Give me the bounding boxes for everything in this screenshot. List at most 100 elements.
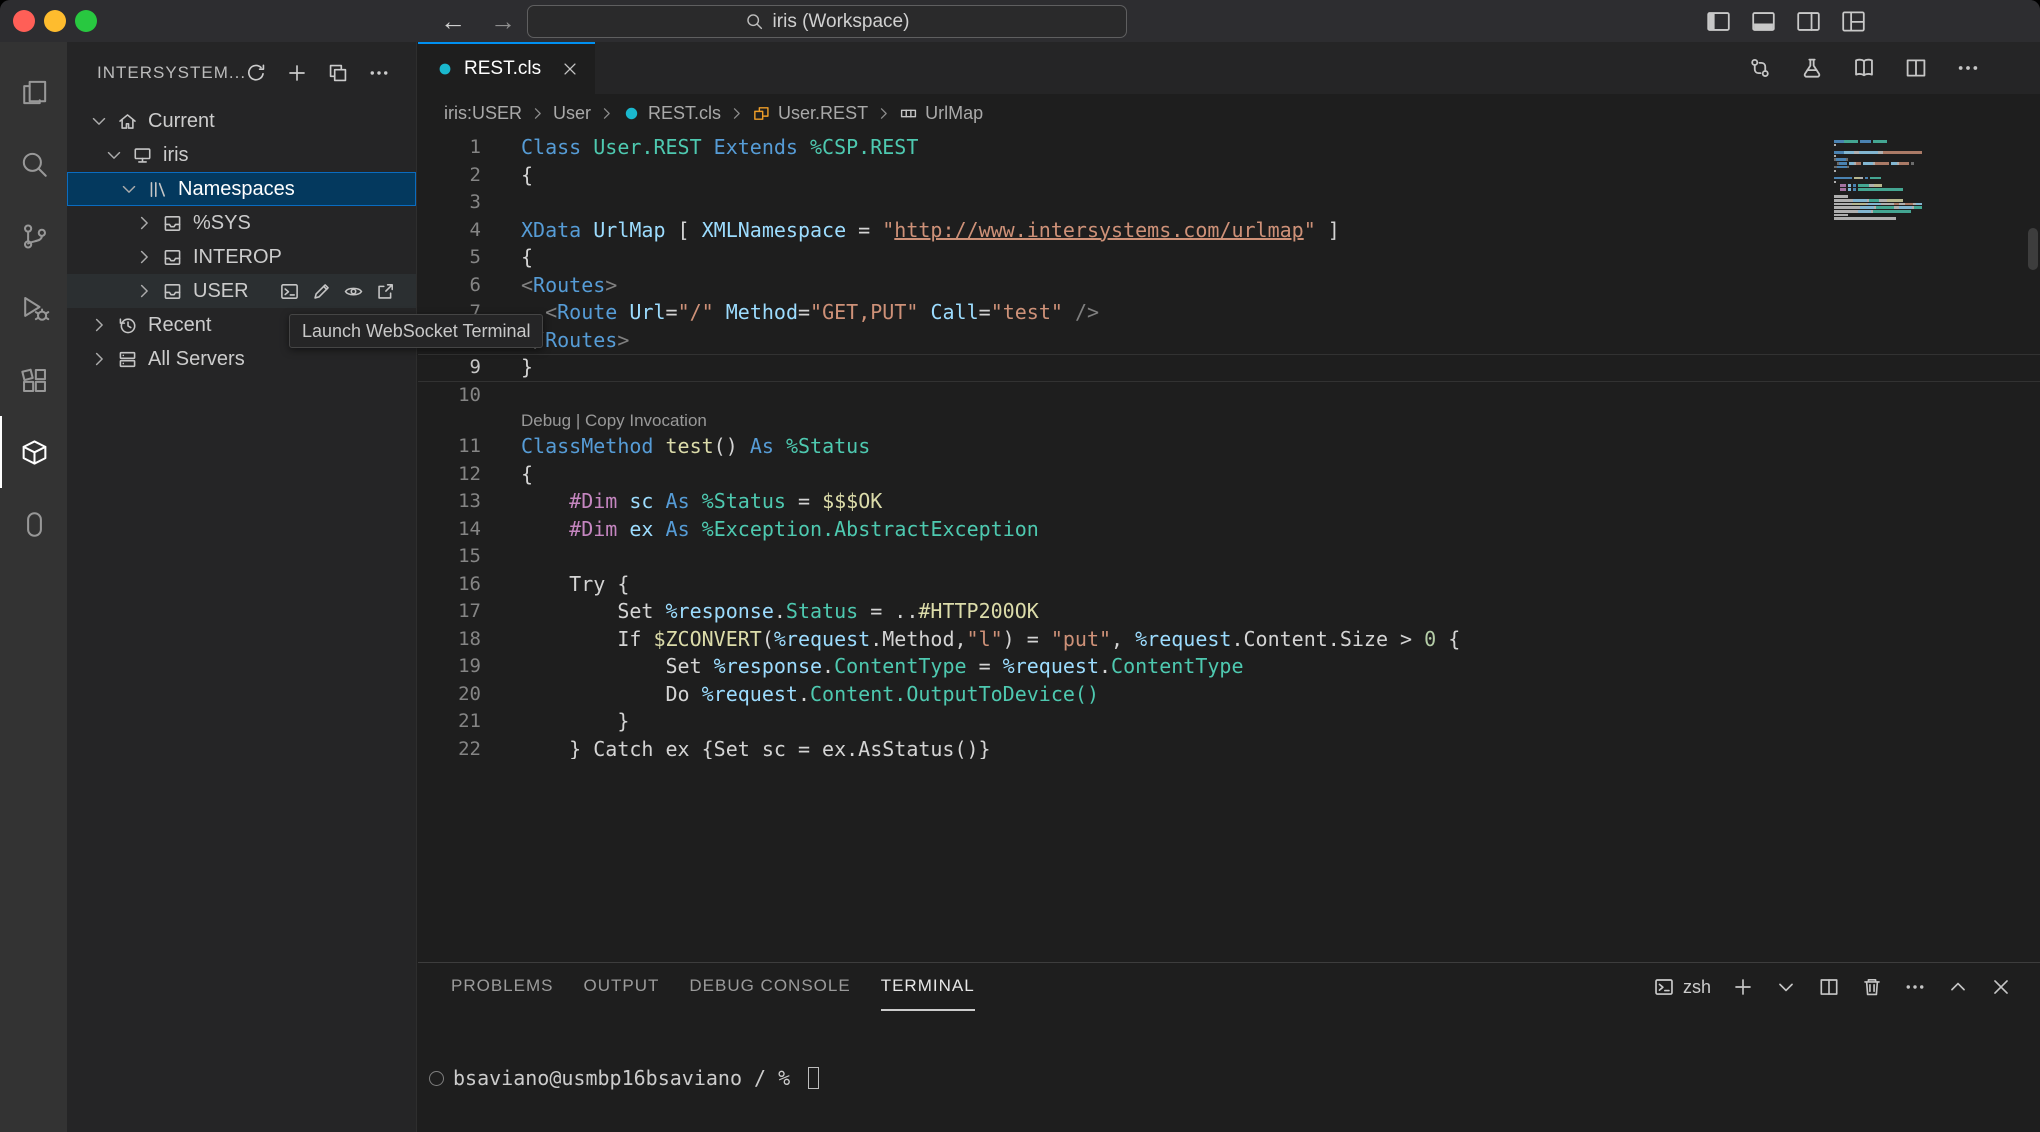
codelens[interactable]: Debug | Copy Invocation [521, 409, 707, 433]
minimap-line [1834, 170, 1922, 173]
chevron-down-icon[interactable] [119, 179, 139, 199]
forward-button[interactable]: → [490, 6, 516, 37]
line-number[interactable]: 16 [418, 571, 481, 599]
scrollbar-thumb[interactable] [2028, 228, 2038, 270]
breadcrumb-item-rest-cls[interactable]: REST.cls [648, 103, 721, 124]
refresh-servers-button[interactable] [245, 62, 267, 84]
chevron-right-icon[interactable] [134, 213, 154, 233]
split-editor-button[interactable] [1904, 56, 1928, 80]
toggle-secondary-sidebar-button[interactable] [1795, 8, 1822, 35]
back-button[interactable]: ← [440, 6, 466, 37]
line-number[interactable]: 4 [418, 217, 481, 245]
line-number[interactable]: 18 [418, 626, 481, 654]
code-line-21: 21 } [418, 708, 2040, 736]
namespace-icon [162, 213, 183, 234]
view-button[interactable] [343, 281, 364, 302]
tree-item-current[interactable]: Current [67, 104, 416, 138]
objectscript-icon[interactable] [0, 488, 67, 560]
test-beaker-icon[interactable] [1800, 56, 1824, 80]
breadcrumb-item-iris-user[interactable]: iris:USER [444, 103, 522, 124]
zoom-window-button[interactable] [75, 10, 97, 32]
customize-layout-button[interactable] [1840, 8, 1867, 35]
line-number[interactable]: 12 [418, 461, 481, 489]
line-number[interactable]: 10 [418, 382, 481, 410]
launch-websocket-terminal-button[interactable] [279, 281, 300, 302]
toggle-panel-button[interactable] [1750, 8, 1777, 35]
line-number[interactable]: 11 [418, 433, 481, 461]
breadcrumb-item-urlmap[interactable]: UrlMap [925, 103, 983, 124]
line-number[interactable]: 20 [418, 681, 481, 709]
open-external-button[interactable] [375, 281, 396, 302]
add-server-button[interactable] [286, 62, 308, 84]
tree-item-user[interactable]: USER [67, 274, 416, 308]
code-editor[interactable]: 1Class User.REST Extends %CSP.REST2{34XD… [418, 132, 2040, 962]
editor-more-actions-button[interactable] [1956, 56, 1980, 80]
sidebar: INTERSYSTEM... CurrentirisNamespaces%SYS… [67, 42, 417, 1132]
line-number[interactable]: 3 [418, 189, 481, 217]
close-window-button[interactable] [13, 10, 35, 32]
line-number[interactable]: 14 [418, 516, 481, 544]
line-number[interactable]: 1 [418, 134, 481, 162]
line-number[interactable]: 19 [418, 653, 481, 681]
line-number[interactable]: 15 [418, 543, 481, 571]
search-icon[interactable] [0, 128, 67, 200]
line-number[interactable]: 2 [418, 162, 481, 190]
terminal-more-actions-button[interactable] [1904, 976, 1926, 998]
source-control-icon[interactable] [0, 200, 67, 272]
close-panel-button[interactable] [1990, 976, 2012, 998]
sidebar-more-actions-button[interactable] [368, 62, 390, 84]
line-number[interactable]: 17 [418, 598, 481, 626]
line-number[interactable]: 6 [418, 272, 481, 300]
minimize-window-button[interactable] [44, 10, 66, 32]
new-terminal-button[interactable] [1732, 976, 1754, 998]
chevron-right-icon[interactable] [134, 281, 154, 301]
code-viewport[interactable]: 1Class User.REST Extends %CSP.REST2{34XD… [418, 134, 2040, 759]
close-tab-button[interactable] [561, 60, 579, 78]
panel-tab-debug-console[interactable]: DEBUG CONSOLE [689, 963, 850, 1011]
line-number[interactable]: 9 [418, 354, 481, 382]
edit-button[interactable] [311, 281, 332, 302]
chevron-down-icon[interactable] [89, 111, 109, 131]
tree-item-sys[interactable]: %SYS [67, 206, 416, 240]
chevron-right-icon[interactable] [134, 247, 154, 267]
maximize-panel-button[interactable] [1947, 976, 1969, 998]
tree-item-iris[interactable]: iris [67, 138, 416, 172]
tree-item-interop[interactable]: INTEROP [67, 240, 416, 274]
minimap-line [1834, 162, 1922, 165]
minimap[interactable] [1834, 140, 1922, 221]
split-terminal-button[interactable] [1818, 976, 1840, 998]
breadcrumb-separator-icon [529, 105, 546, 122]
tab-rest-cls[interactable]: REST.cls [418, 42, 595, 94]
terminal-profile-dropdown[interactable] [1775, 976, 1797, 998]
chevron-down-icon[interactable] [104, 145, 124, 165]
breadcrumb-item-user-rest[interactable]: User.REST [778, 103, 868, 124]
run-debug-icon[interactable] [0, 272, 67, 344]
copy-button[interactable] [327, 62, 349, 84]
minimap-line [1834, 144, 1922, 147]
panel-tab-problems[interactable]: PROBLEMS [451, 963, 553, 1011]
line-number[interactable]: 21 [418, 708, 481, 736]
toggle-sidebar-button[interactable] [1705, 8, 1732, 35]
source-control-graph-icon[interactable] [1748, 56, 1772, 80]
kill-terminal-button[interactable] [1861, 976, 1883, 998]
intersystems-explorer-icon[interactable] [0, 416, 67, 488]
extensions-icon[interactable] [0, 344, 67, 416]
chevron-right-icon[interactable] [89, 315, 109, 335]
terminal[interactable]: bsaviano@usmbp16bsaviano / % [429, 1066, 2040, 1090]
explorer-icon[interactable] [0, 56, 67, 128]
panel-tab-terminal[interactable]: TERMINAL [881, 963, 975, 1011]
open-preview-icon[interactable] [1852, 56, 1876, 80]
titlebar: ← → iris (Workspace) [0, 0, 2040, 42]
line-number[interactable]: 5 [418, 244, 481, 272]
code-line-22: 22 } Catch ex {Set sc = ex.AsStatus()} [418, 736, 2040, 760]
chevron-right-icon[interactable] [89, 349, 109, 369]
line-number[interactable]: 22 [418, 736, 481, 760]
line-number[interactable]: 13 [418, 488, 481, 516]
history-icon [117, 315, 138, 336]
terminal-tab-zsh[interactable]: zsh [1653, 976, 1711, 998]
panel-tab-output[interactable]: OUTPUT [583, 963, 659, 1011]
tree-item-namespaces[interactable]: Namespaces [67, 172, 416, 206]
breadcrumb-item-user[interactable]: User [553, 103, 591, 124]
code-line-9: 9} [418, 354, 2040, 382]
command-center[interactable]: iris (Workspace) [527, 5, 1127, 38]
